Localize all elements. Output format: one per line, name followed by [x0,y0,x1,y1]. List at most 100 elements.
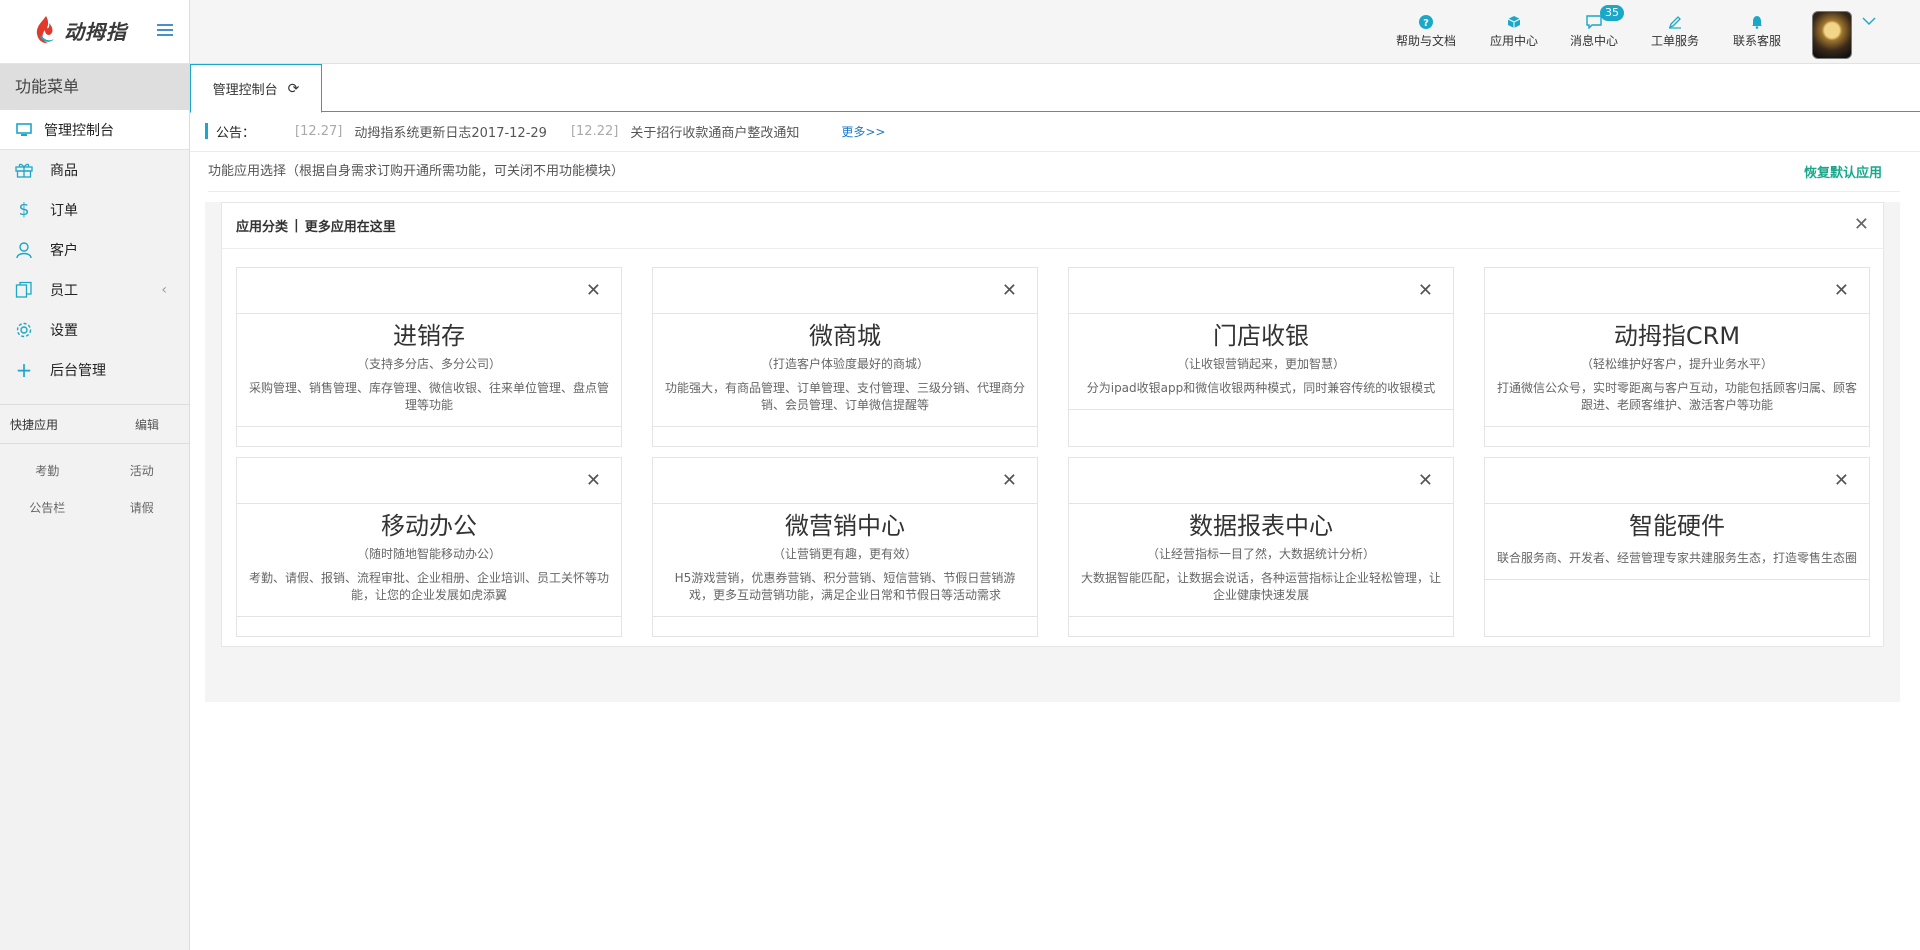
close-icon[interactable]: ✕ [1854,216,1869,234]
gift-icon [14,160,34,180]
sidebar-item-console[interactable]: 管理控制台 [0,110,189,150]
app-card-marketing[interactable]: ✕ 微营销中心 （让营销更有趣，更有效） H5游戏营销，优惠券营销、积分营销、短… [652,457,1038,637]
card-header: ✕ [653,458,1037,504]
sidebar-item-label: 订单 [50,203,78,219]
tab-console[interactable]: 管理控制台 ⟳ [190,64,322,113]
card-body: 门店收银 （让收银营销起来，更加智慧） 分为ipad收银app和微信收银两种模式… [1068,314,1454,410]
header-help-label: 帮助与文档 [1396,34,1457,48]
top-header: ? 帮助与文档 应用中心 35 消息中心 工单服务 联系客服 [190,0,1920,64]
close-icon[interactable]: ✕ [1002,470,1017,491]
header-support-label: 联系客服 [1733,34,1782,48]
close-icon[interactable]: ✕ [586,280,601,301]
sidebar-item-label: 客户 [50,243,78,259]
app-card-inventory[interactable]: ✕ 进销存 （支持多分店、多分公司） 采购管理、销售管理、库存管理、微信收银、往… [236,267,622,447]
chevron-down-icon[interactable] [1862,14,1876,30]
gear-icon [14,320,34,340]
card-description: H5游戏营销，优惠券营销、积分营销、短信营销、节假日营销游戏，更多互动营销功能，… [674,571,1016,602]
notice-accent [205,123,208,139]
notice-more-link[interactable]: 更多>> [841,123,885,140]
quick-app-leave[interactable]: 请假 [95,499,190,524]
divider [190,151,1920,152]
header-tickets[interactable]: 工单服务 [1651,12,1699,49]
app-panel-container: 应用分类 | 更多应用在这里 ✕ ✕ 进销存 （支持多分店、多分公司） 采购管理… [205,202,1900,702]
menu-title: 功能菜单 [0,64,189,110]
card-header: ✕ [1069,458,1453,504]
sidebar-item-customers[interactable]: 客户 [0,230,189,270]
header-help[interactable]: ? 帮助与文档 [1396,12,1456,49]
sidebar-item-label: 设置 [50,323,78,339]
menu-toggle-icon[interactable] [157,24,173,37]
sidebar-item-label: 员工 [50,283,78,299]
app-card-mobile-office[interactable]: ✕ 移动办公 （随时随地智能移动办公） 考勤、请假、报销、流程审批、企业相册、企… [236,457,622,637]
card-header: ✕ [1485,268,1869,314]
app-card-reports[interactable]: ✕ 数据报表中心 （让经营指标一目了然，大数据统计分析） 大数据智能匹配，让数据… [1068,457,1454,637]
header-tickets-label: 工单服务 [1651,34,1700,48]
app-card-crm[interactable]: ✕ 动拇指CRM （轻松维护好客户，提升业务水平） 打通微信公众号，实时零距离与… [1484,267,1870,447]
card-description: 分为ipad收银app和微信收银两种模式，同时兼容传统的收银模式 [1086,381,1436,395]
close-icon[interactable]: ✕ [1418,280,1433,301]
notice-label: 公告： [216,125,256,141]
close-icon[interactable]: ✕ [586,470,601,491]
card-subtitle: （让经营指标一目了然，大数据统计分析） [1146,547,1375,561]
help-icon: ? [1396,12,1456,32]
card-body: 微商城 （打造客户体验度最好的商城） 功能强大，有商品管理、订单管理、支付管理、… [652,314,1038,427]
card-description: 功能强大，有商品管理、订单管理、支付管理、三级分销、代理商分销、会员管理、订单微… [664,381,1025,412]
close-icon[interactable]: ✕ [1834,470,1849,491]
card-body: 数据报表中心 （让经营指标一目了然，大数据统计分析） 大数据智能匹配，让数据会说… [1068,504,1454,617]
function-select-title: 功能应用选择 [208,164,287,179]
header-messages[interactable]: 35 消息中心 [1570,5,1624,49]
card-body: 移动办公 （随时随地智能移动办公） 考勤、请假、报销、流程审批、企业相册、企业培… [236,504,622,617]
panel-title: 应用分类 [236,220,289,235]
card-description: 联合服务商、开发者、经营管理专家共建服务生态，打造零售生态圈 [1496,551,1857,565]
function-select-row: 功能应用选择（根据自身需求订购开通所需功能，可关闭不用功能模块） 恢复默认应用 [208,160,1900,192]
card-title: 动拇指CRM [1613,322,1741,350]
card-title: 智能硬件 [1629,512,1725,540]
panel-subtitle[interactable]: 更多应用在这里 [305,216,396,235]
quick-app-attendance[interactable]: 考勤 [0,462,95,487]
card-title: 数据报表中心 [1189,512,1333,540]
card-subtitle: （让营销更有趣，更有效） [772,547,917,561]
card-description: 打通微信公众号，实时零距离与客户互动，功能包括顾客归属、顾客跟进、老顾客维护、激… [1496,381,1857,412]
monitor-icon [14,120,34,140]
user-avatar[interactable] [1812,11,1852,59]
header-support[interactable]: 联系客服 [1733,12,1781,49]
sidebar-item-orders[interactable]: $ 订单 [0,190,189,230]
app-card-smart-hardware[interactable]: ✕ 智能硬件 联合服务商、开发者、经营管理专家共建服务生态，打造零售生态圈 [1484,457,1870,637]
sidebar-item-admin[interactable]: + 后台管理 [0,350,189,390]
quick-apps-header: 快捷应用 编辑 [0,404,189,444]
close-icon[interactable]: ✕ [1418,470,1433,491]
notice-link[interactable]: 动拇指系统更新日志2017-12-29 [354,122,547,141]
card-subtitle: （让收银营销起来，更加智慧） [1176,357,1345,371]
quick-apps-grid: 考勤 活动 公告栏 请假 [0,444,189,544]
close-icon[interactable]: ✕ [1834,280,1849,301]
quick-app-activity[interactable]: 活动 [95,462,190,487]
sidebar-item-settings[interactable]: 设置 [0,310,189,350]
brand-logo[interactable]: 动拇指 [32,14,127,46]
header-app-center[interactable]: 应用中心 [1490,12,1538,49]
restore-default-apps-button[interactable]: 恢复默认应用 [1804,162,1882,181]
dollar-icon: $ [18,200,30,220]
svg-text:?: ? [1423,18,1429,29]
app-category-panel: 应用分类 | 更多应用在这里 ✕ ✕ 进销存 （支持多分店、多分公司） 采购管理… [221,202,1884,647]
card-body: 动拇指CRM （轻松维护好客户，提升业务水平） 打通微信公众号，实时零距离与客户… [1484,314,1870,427]
card-body: 智能硬件 联合服务商、开发者、经营管理专家共建服务生态，打造零售生态圈 [1484,504,1870,580]
chevron-left-icon[interactable]: ‹ [161,282,167,298]
app-card-store-pos[interactable]: ✕ 门店收银 （让收银营销起来，更加智慧） 分为ipad收银app和微信收银两种… [1068,267,1454,447]
app-card-micro-mall[interactable]: ✕ 微商城 （打造客户体验度最好的商城） 功能强大，有商品管理、订单管理、支付管… [652,267,1038,447]
sidebar-item-staff[interactable]: 员工 ‹ [0,270,189,310]
card-header: ✕ [653,268,1037,314]
card-body: 微营销中心 （让营销更有趣，更有效） H5游戏营销，优惠券营销、积分营销、短信营… [652,504,1038,617]
notice-date: [12.22] [570,123,619,139]
copy-icon [14,280,34,300]
card-header: ✕ [237,268,621,314]
header-app-center-label: 应用中心 [1490,34,1539,48]
notice-link[interactable]: 关于招行收款通商户整改通知 [630,122,799,141]
function-select-hint: （根据自身需求订购开通所需功能，可关闭不用功能模块） [286,164,625,179]
refresh-icon[interactable]: ⟳ [288,81,300,97]
sidebar: 动拇指 功能菜单 管理控制台 商品 $ 订单 客户 员工 ‹ 设置 + 后台管理… [0,0,190,950]
card-description: 采购管理、销售管理、库存管理、微信收银、往来单位管理、盘点管理等功能 [248,381,609,412]
sidebar-item-products[interactable]: 商品 [0,150,189,190]
quick-app-bulletin[interactable]: 公告栏 [0,499,95,524]
close-icon[interactable]: ✕ [1002,280,1017,301]
quick-apps-edit-button[interactable]: 编辑 [135,416,159,433]
